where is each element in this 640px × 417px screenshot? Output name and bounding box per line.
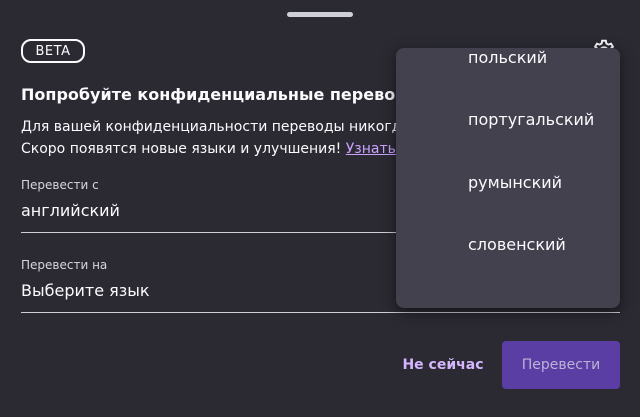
from-language-label: Перевести с [21, 178, 99, 192]
sheet-drag-handle[interactable] [287, 12, 353, 17]
from-language-select[interactable]: английский [21, 201, 120, 220]
dropdown-option-polish[interactable]: польский [468, 48, 547, 67]
to-language-select[interactable]: Выберите язык [21, 281, 150, 300]
translate-button[interactable]: Перевести [502, 341, 620, 389]
dropdown-option-portuguese[interactable]: португальский [468, 110, 594, 129]
to-language-label: Перевести на [21, 258, 108, 272]
page-title: Попробуйте конфиденциальные переводы в F… [21, 85, 461, 104]
not-now-button[interactable]: Не сейчас [398, 341, 488, 389]
language-dropdown[interactable]: польский португальский румынский словенс… [396, 48, 620, 308]
description-line-2-text: Скоро появятся новые языки и улучшения! [21, 141, 342, 157]
description-line-1: Для вашей конфиденциальности переводы ни… [21, 119, 424, 135]
dropdown-option-slovenian[interactable]: словенский [468, 235, 566, 254]
description: Для вашей конфиденциальности переводы ни… [21, 116, 424, 160]
dropdown-option-romanian[interactable]: румынский [468, 173, 562, 192]
to-language-underline [21, 312, 620, 313]
description-line-2: Скоро появятся новые языки и улучшения! … [21, 138, 424, 160]
beta-badge: BETA [21, 39, 85, 63]
